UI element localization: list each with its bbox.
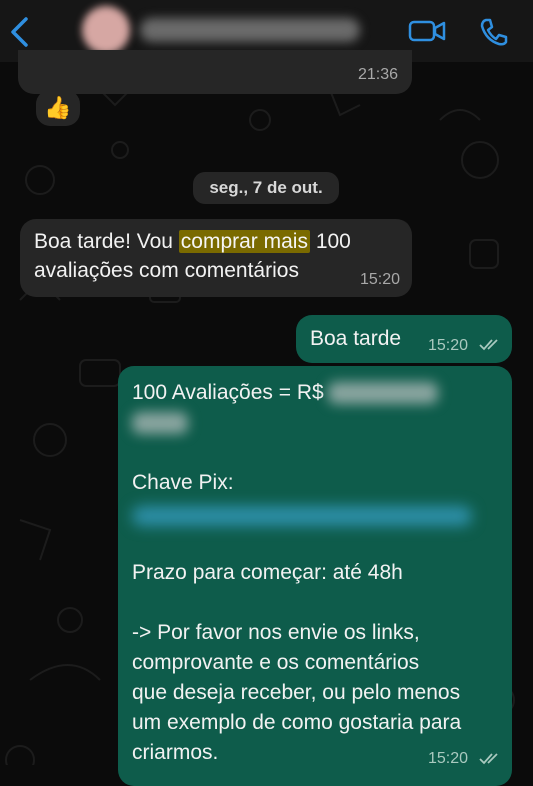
message-text-part: Boa tarde! Vou	[34, 230, 179, 253]
date-divider: seg., 7 de out.	[193, 172, 339, 204]
video-call-icon[interactable]	[408, 18, 446, 44]
message-text-part: avaliações com comentários	[34, 259, 299, 282]
redacted-pix-key	[132, 506, 472, 526]
message-text: Boa tarde	[310, 327, 402, 350]
contact-avatar[interactable]	[82, 6, 130, 54]
contact-name[interactable]	[140, 18, 360, 42]
reaction-bubble[interactable]: 👍	[36, 90, 80, 126]
redacted-price	[327, 382, 438, 405]
outgoing-message-bubble[interactable]: 100 Avaliações = R$ Chave Pix: Prazo par…	[118, 366, 512, 786]
message-time: 21:36	[357, 66, 398, 83]
price-label: 100 Avaliações = R$	[132, 381, 324, 404]
message-time: 15:20	[428, 750, 469, 767]
read-ticks-icon	[479, 339, 498, 351]
message-text: 100 Avaliações = R$ Chave Pix: Prazo par…	[132, 378, 498, 768]
message-text: Boa tarde! Vou comprar mais 100 avaliaçõ…	[34, 227, 398, 285]
redacted-price-cents	[132, 412, 188, 435]
instructions-line: um exemplo de como gostaria para	[132, 711, 462, 734]
read-ticks-icon	[479, 753, 498, 765]
message-time: 15:20	[428, 337, 469, 354]
message-text-part: 100	[309, 230, 351, 253]
highlighted-text: comprar mais	[178, 230, 310, 253]
chevron-left-icon[interactable]	[8, 16, 30, 48]
outgoing-message-bubble[interactable]: Boa tarde 15:20	[296, 315, 512, 363]
phone-icon[interactable]	[478, 16, 510, 48]
previous-message-bubble[interactable]: 21:36	[18, 50, 412, 94]
deadline-text: Prazo para começar: até 48h	[132, 561, 403, 584]
pix-label: Chave Pix:	[132, 471, 234, 494]
instructions-line: comprovante e os comentários	[132, 651, 420, 674]
instructions-line: -> Por favor nos envie os links,	[132, 621, 420, 644]
thumbs-up-emoji: 👍	[44, 95, 72, 120]
message-time: 15:20	[359, 271, 400, 288]
instructions-line: que deseja receber, ou pelo menos	[132, 681, 461, 704]
incoming-message-bubble[interactable]: Boa tarde! Vou comprar mais 100 avaliaçõ…	[20, 219, 412, 297]
